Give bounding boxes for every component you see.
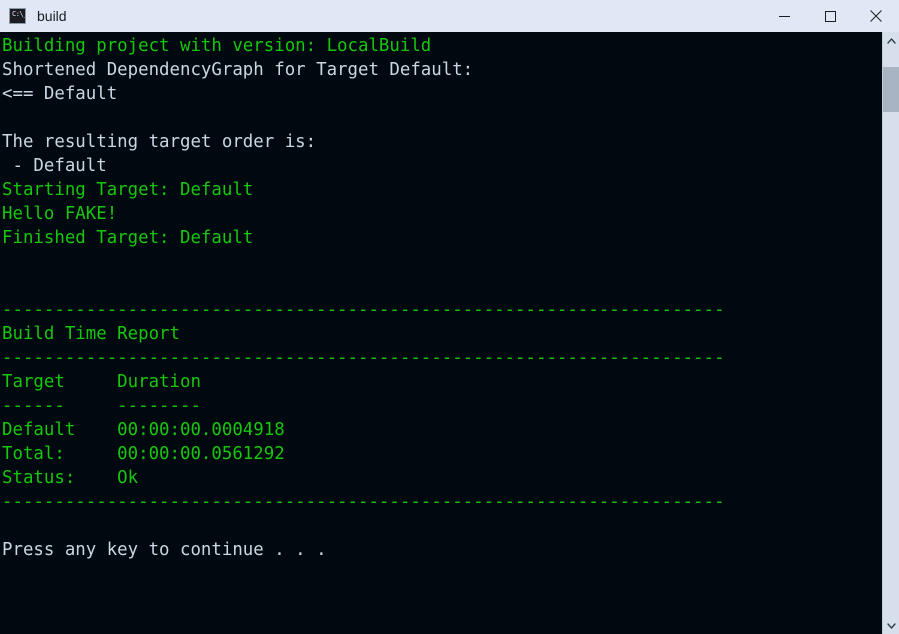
close-button[interactable]: [853, 0, 899, 32]
window-controls: [761, 0, 899, 32]
console-window: C:\_ build Building project with version…: [0, 0, 899, 634]
scroll-up-button[interactable]: [883, 32, 899, 49]
console-line: Press any key to continue . . .: [2, 540, 327, 560]
console-line: ------ --------: [2, 396, 201, 416]
scrollbar-track[interactable]: [883, 49, 899, 617]
console-app-icon: C:\_: [9, 8, 26, 24]
scrollbar-thumb[interactable]: [883, 67, 899, 112]
console-output-area[interactable]: Building project with version: LocalBuil…: [0, 32, 882, 634]
console-line: Status: Ok: [2, 468, 139, 488]
vertical-scrollbar[interactable]: [882, 32, 899, 634]
console-line: ----------------------------------------…: [2, 300, 725, 320]
chevron-up-icon: [886, 37, 896, 44]
console-line: <== Default: [2, 84, 118, 104]
chevron-down-icon: [886, 622, 896, 629]
titlebar-left: C:\_ build: [0, 8, 761, 24]
scroll-down-button[interactable]: [883, 617, 899, 634]
close-icon: [870, 10, 882, 22]
console-text-buffer: Building project with version: LocalBuil…: [2, 34, 724, 562]
console-line: Build Time Report: [2, 324, 180, 344]
console-line: Hello FAKE!: [2, 204, 118, 224]
console-line: ----------------------------------------…: [2, 492, 725, 512]
maximize-icon: [824, 10, 836, 22]
console-line: Shortened DependencyGraph for Target Def…: [2, 60, 474, 80]
console-line: Starting Target: Default: [2, 180, 254, 200]
maximize-button[interactable]: [807, 0, 853, 32]
console-line: Default 00:00:00.0004918: [2, 420, 285, 440]
console-line: Target Duration: [2, 372, 201, 392]
console-line: Finished Target: Default: [2, 228, 254, 248]
console-icon-glyph: C:\_: [12, 10, 26, 18]
minimize-button[interactable]: [761, 0, 807, 32]
console-line: Building project with version: LocalBuil…: [2, 36, 432, 56]
window-titlebar[interactable]: C:\_ build: [0, 0, 899, 32]
console-line: Total: 00:00:00.0561292: [2, 444, 285, 464]
console-line: - Default: [2, 156, 107, 176]
minimize-icon: [778, 15, 790, 17]
console-line: ----------------------------------------…: [2, 348, 725, 368]
console-line: The resulting target order is:: [2, 132, 317, 152]
window-title: build: [37, 8, 67, 24]
